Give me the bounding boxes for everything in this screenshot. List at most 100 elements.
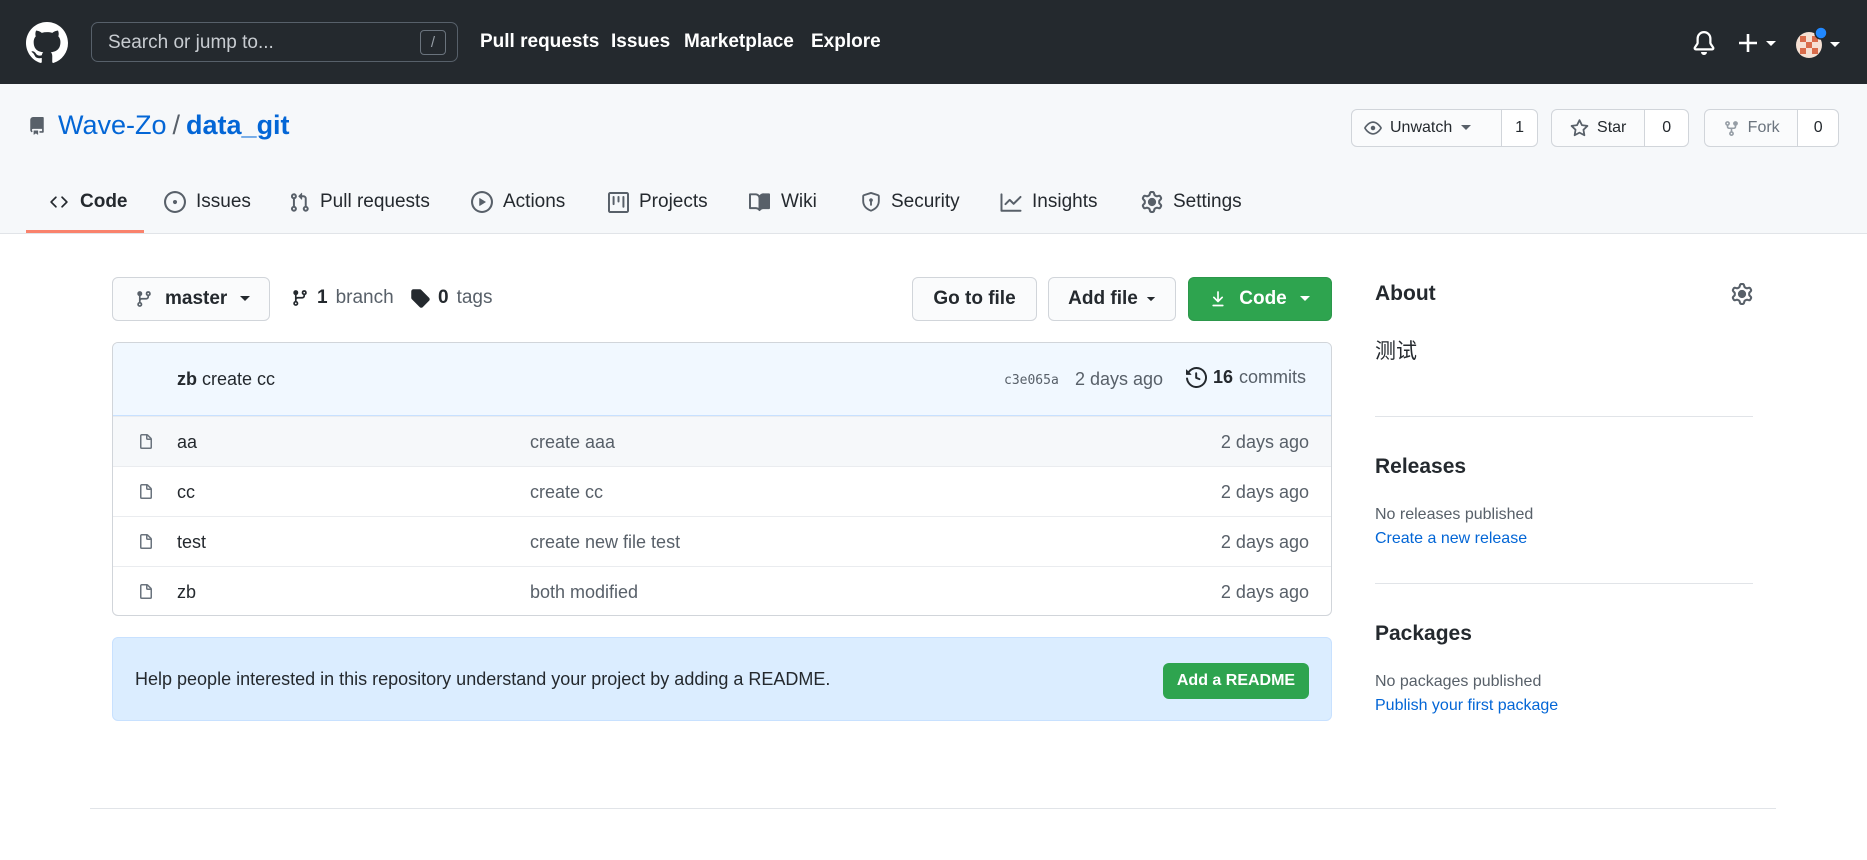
file-browser: zb create cc c3e065a 2 days ago 16 commi… [112,342,1332,616]
user-avatar-icon[interactable] [1794,27,1840,59]
fork-icon [1724,120,1738,136]
repo-description: 测试 [1375,340,1417,363]
sidebar-divider [1375,583,1753,584]
file-age: 2 days ago [1220,482,1309,502]
watch-count[interactable]: 1 [1502,110,1537,146]
tag-word: tags [456,287,493,308]
releases-heading[interactable]: Releases [1375,455,1466,479]
repo-owner-link[interactable]: Wave-Zo [58,110,167,140]
file-row[interactable]: cc create cc 2 days ago [113,466,1331,516]
branch-icon [293,290,307,306]
file-name-link[interactable]: cc [177,482,195,503]
unwatch-button[interactable]: Unwatch [1352,110,1503,146]
file-commit-message[interactable]: create aaa [530,432,615,453]
file-row[interactable]: test create new file test 2 days ago [113,516,1331,566]
fork-count[interactable]: 0 [1798,110,1838,146]
pull-request-icon [290,192,309,212]
branch-name: master [165,288,228,309]
readme-prompt-text: Help people interested in this repositor… [135,669,831,689]
watch-button-group: Unwatch 1 [1351,109,1538,147]
readme-prompt: Help people interested in this repositor… [112,637,1332,721]
branch-icon [137,291,151,307]
file-commit-message[interactable]: create new file test [530,532,680,553]
bell-icon[interactable] [1692,30,1716,56]
add-file-button[interactable]: Add file [1048,277,1176,321]
tab-insights[interactable]: Insights [1000,189,1097,215]
code-download-button[interactable]: Code [1188,277,1332,321]
file-row[interactable]: aa create aaa 2 days ago [113,416,1331,466]
gear-icon [1141,191,1163,213]
repo-title-separator: / [172,110,181,140]
book-icon [749,192,771,211]
branches-link[interactable]: 1 branch [291,287,394,309]
file-commit-message[interactable]: both modified [530,582,638,603]
gear-icon[interactable] [1731,283,1753,305]
nav-issues[interactable]: Issues [611,31,670,53]
tab-issues[interactable]: Issues [164,189,251,215]
create-new-plus-icon[interactable] [1737,31,1783,55]
tab-wiki[interactable]: Wiki [748,189,817,215]
fork-button-group: Fork 0 [1704,109,1839,147]
nav-explore[interactable]: Explore [811,31,881,53]
star-button[interactable]: Star [1552,110,1646,146]
file-name-link[interactable]: aa [177,432,197,453]
tab-projects-label: Projects [639,191,708,212]
add-readme-button[interactable]: Add a README [1163,663,1309,699]
tab-issues-label: Issues [196,191,251,212]
tab-code[interactable]: Code [48,189,128,215]
active-tab-indicator [26,230,144,233]
tab-settings[interactable]: Settings [1141,189,1242,215]
create-release-link[interactable]: Create a new release [1375,530,1527,548]
commit-author[interactable]: zb [177,369,197,389]
commit-sha[interactable]: c3e065a [1004,373,1059,388]
global-search-input[interactable]: Search or jump to... / [91,22,458,62]
file-icon [140,434,152,449]
commit-message[interactable]: create cc [202,369,275,389]
history-icon [1186,367,1207,388]
issue-icon [164,191,186,213]
branch-selector-button[interactable]: master [112,277,270,321]
file-age: 2 days ago [1220,582,1309,602]
tab-actions[interactable]: Actions [471,189,565,215]
packages-heading[interactable]: Packages [1375,622,1472,646]
branch-count: 1 [317,287,328,308]
footer-divider [90,808,1776,809]
chevron-down-icon [1299,296,1310,301]
nav-pull-requests[interactable]: Pull requests [480,31,599,53]
repo-name-link[interactable]: data_git [186,110,290,140]
tab-pull-requests[interactable]: Pull requests [289,189,430,215]
tab-security-label: Security [891,191,960,212]
github-logo-icon[interactable] [26,22,68,64]
code-icon [50,196,68,208]
star-button-group: Star 0 [1551,109,1689,147]
tag-count: 0 [438,287,449,308]
file-name-link[interactable]: test [177,532,206,553]
tab-wiki-label: Wiki [781,191,817,212]
nav-marketplace[interactable]: Marketplace [684,31,794,53]
latest-commit-message[interactable]: zb create cc [177,369,275,390]
commit-age: 2 days ago [1075,369,1164,389]
star-count[interactable]: 0 [1645,110,1688,146]
file-name-link[interactable]: zb [177,582,196,603]
tags-link[interactable]: 0 tags [410,287,493,309]
tab-security[interactable]: Security [861,189,960,215]
publish-package-link[interactable]: Publish your first package [1375,697,1558,715]
file-age: 2 days ago [1220,432,1309,452]
latest-commit-bar: zb create cc c3e065a 2 days ago 16 commi… [113,343,1331,416]
tab-settings-label: Settings [1173,191,1242,212]
download-icon [1212,291,1224,307]
file-row[interactable]: zb both modified 2 days ago [113,566,1331,615]
fork-button[interactable]: Fork [1705,110,1799,146]
branch-word: branch [335,287,394,308]
tab-actions-label: Actions [503,191,566,212]
tag-icon [411,289,430,308]
file-age: 2 days ago [1220,532,1309,552]
chevron-down-icon [240,296,251,301]
tab-insights-label: Insights [1032,191,1098,212]
tab-projects[interactable]: Projects [608,189,708,215]
go-to-file-label: Go to file [933,288,1016,309]
commits-link[interactable]: 16 commits [1186,367,1306,388]
tab-code-label: Code [80,191,128,212]
go-to-file-button[interactable]: Go to file [912,277,1037,321]
file-commit-message[interactable]: create cc [530,482,603,503]
